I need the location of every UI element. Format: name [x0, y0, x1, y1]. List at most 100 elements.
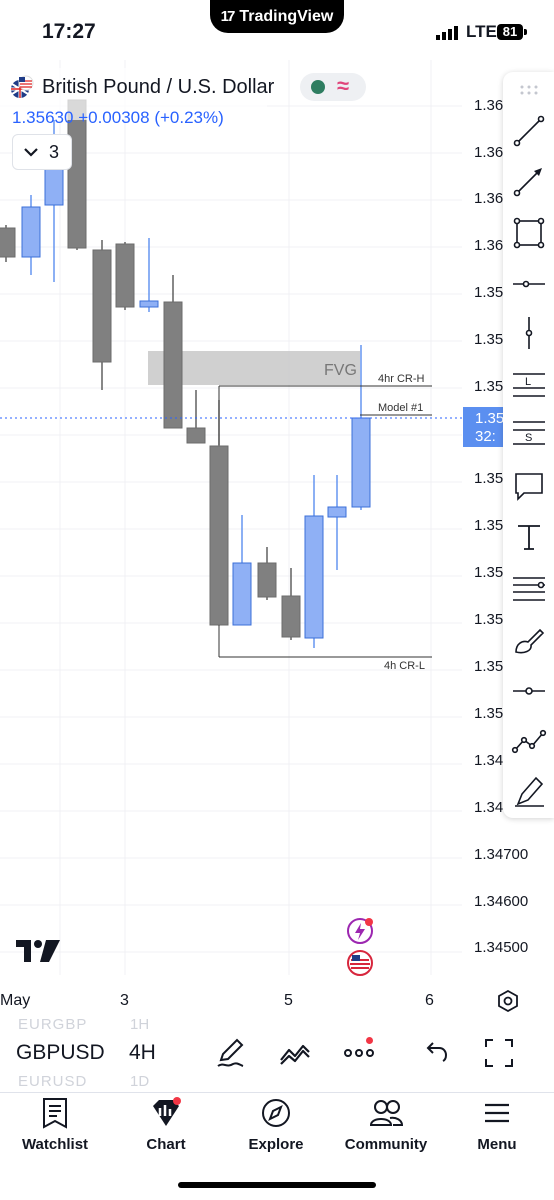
price-axis-label: 1.35 — [474, 658, 504, 675]
tab-label: Chart — [146, 1136, 186, 1153]
price-axis-label: 1.35 — [474, 284, 504, 301]
candle-body — [115, 243, 135, 308]
bullish-candle[interactable] — [139, 238, 159, 312]
candle-body — [351, 417, 371, 508]
text-icon[interactable] — [510, 518, 548, 556]
x-label-6: 6 — [425, 992, 434, 1009]
candle-body — [232, 562, 252, 626]
battery-icon: 81 — [497, 24, 523, 40]
x-label-may: May — [0, 992, 31, 1009]
tab-explore[interactable]: Explore — [226, 1096, 326, 1153]
trend-line-icon[interactable] — [510, 112, 548, 150]
candle-body — [281, 595, 301, 638]
flash-news-icon[interactable] — [346, 917, 374, 945]
bullish-candle[interactable] — [232, 515, 252, 626]
svg-text:S: S — [525, 432, 532, 444]
price-axis-label: 1.35 — [474, 517, 504, 534]
faded-interval-below: 1D — [130, 1073, 150, 1090]
comment-icon[interactable] — [510, 467, 548, 505]
indicator-count: 3 — [49, 141, 60, 162]
market-status-pill[interactable] — [300, 73, 366, 101]
candle-body — [21, 206, 41, 258]
fullscreen-icon[interactable] — [482, 1036, 516, 1070]
highlighter-icon[interactable] — [510, 772, 548, 810]
price-axis-label: 1.35 — [474, 470, 504, 487]
bearish-candle[interactable] — [115, 242, 135, 310]
candle-body — [209, 445, 229, 626]
faded-symbol-below: EURUSD — [18, 1073, 88, 1090]
current-price-tag: 1.35 32: — [463, 407, 505, 447]
tab-label: Community — [344, 1136, 428, 1153]
arrow-line-icon[interactable] — [510, 162, 548, 200]
vertical-line-icon[interactable] — [510, 314, 548, 352]
faded-interval-above: 1H — [130, 1016, 150, 1033]
tradingview-logo-icon[interactable] — [16, 940, 60, 964]
horizontal-line-icon[interactable] — [510, 265, 548, 303]
bearish-candle[interactable] — [0, 225, 16, 262]
price-axis-label: 1.36 — [474, 97, 504, 114]
fib-retracement-icon[interactable] — [510, 570, 548, 608]
bearish-candle[interactable] — [92, 240, 112, 390]
fvg-label: FVG — [324, 362, 357, 379]
indicators-icon[interactable] — [278, 1036, 312, 1070]
app-indicator-pill[interactable]: 17 TradingView — [210, 0, 344, 33]
price-axis-label: 1.36 — [474, 144, 504, 161]
current-price-tag-value: 1.35 — [475, 410, 505, 427]
tradingview-logo-icon: 17 — [220, 8, 236, 25]
svg-text:L: L — [525, 376, 531, 388]
x-label-5: 5 — [284, 992, 293, 1009]
brush-icon[interactable] — [510, 622, 548, 660]
drawing-pen-icon[interactable] — [213, 1036, 247, 1070]
tab-menu[interactable]: Menu — [447, 1096, 547, 1153]
chart-settings-icon[interactable] — [497, 990, 519, 1012]
horizontal-ray-icon[interactable] — [510, 672, 548, 710]
interval-selector[interactable]: 4H — [129, 1041, 156, 1065]
battery-tip — [524, 29, 527, 35]
drag-handle-icon[interactable] — [519, 84, 539, 96]
symbol-name[interactable]: British Pound / U.S. Dollar — [42, 76, 274, 99]
tab-watchlist[interactable]: Watchlist — [5, 1096, 105, 1153]
long-position-icon[interactable]: L — [510, 364, 548, 402]
price-axis-label: 1.34500 — [474, 939, 529, 956]
last-price: 1.35630 — [12, 108, 74, 127]
indicators-toggle[interactable]: 3 — [12, 134, 72, 170]
watchlist-icon — [43, 1098, 67, 1129]
tab-label: Explore — [248, 1136, 304, 1153]
bearish-candle[interactable] — [257, 547, 277, 600]
short-position-icon[interactable]: S — [510, 414, 548, 452]
undo-icon[interactable] — [419, 1036, 453, 1070]
bullish-candle[interactable] — [327, 475, 347, 570]
tab-chart[interactable]: Chart — [116, 1096, 216, 1153]
bullish-candle[interactable] — [304, 475, 324, 648]
path-icon[interactable] — [510, 722, 548, 760]
price-axis-label: 1.34700 — [474, 846, 529, 863]
x-label-3: 3 — [120, 992, 129, 1009]
network-type: LTE — [466, 22, 497, 41]
rectangle-icon[interactable] — [510, 214, 548, 252]
tab-community[interactable]: Community — [336, 1096, 436, 1153]
candle-body — [327, 506, 347, 518]
price-axis-label: 1.36 — [474, 237, 504, 254]
faded-symbol-above: EURGBP — [18, 1016, 88, 1033]
bearish-candle[interactable] — [186, 390, 206, 444]
candle-body — [186, 427, 206, 444]
candle-body — [0, 227, 16, 258]
community-icon — [369, 1100, 404, 1126]
bullish-candle[interactable] — [21, 195, 41, 275]
price-axis-label: 1.36 — [474, 190, 504, 207]
price-chart[interactable]: FVG 4hr CR-H Model #1 4h CR-L — [0, 60, 554, 980]
price-axis-label: 1.35 — [474, 611, 504, 628]
price-axis-label: 1.34600 — [474, 893, 529, 910]
signal-icon — [436, 26, 458, 40]
symbol-selector[interactable]: GBPUSD — [16, 1041, 105, 1065]
cr-high-label: 4hr CR-H — [378, 373, 425, 385]
candle-body — [304, 515, 324, 639]
bearish-candle[interactable] — [163, 275, 183, 429]
bar-countdown: 32: — [475, 428, 496, 445]
app-name: TradingView — [239, 7, 334, 25]
price-axis-label: 1.35 — [474, 378, 504, 395]
market-open-dot-icon — [311, 80, 325, 94]
us-economic-event-icon[interactable] — [346, 949, 374, 977]
price-axis-label: 1.34 — [474, 799, 504, 816]
bearish-candle[interactable] — [281, 568, 301, 640]
